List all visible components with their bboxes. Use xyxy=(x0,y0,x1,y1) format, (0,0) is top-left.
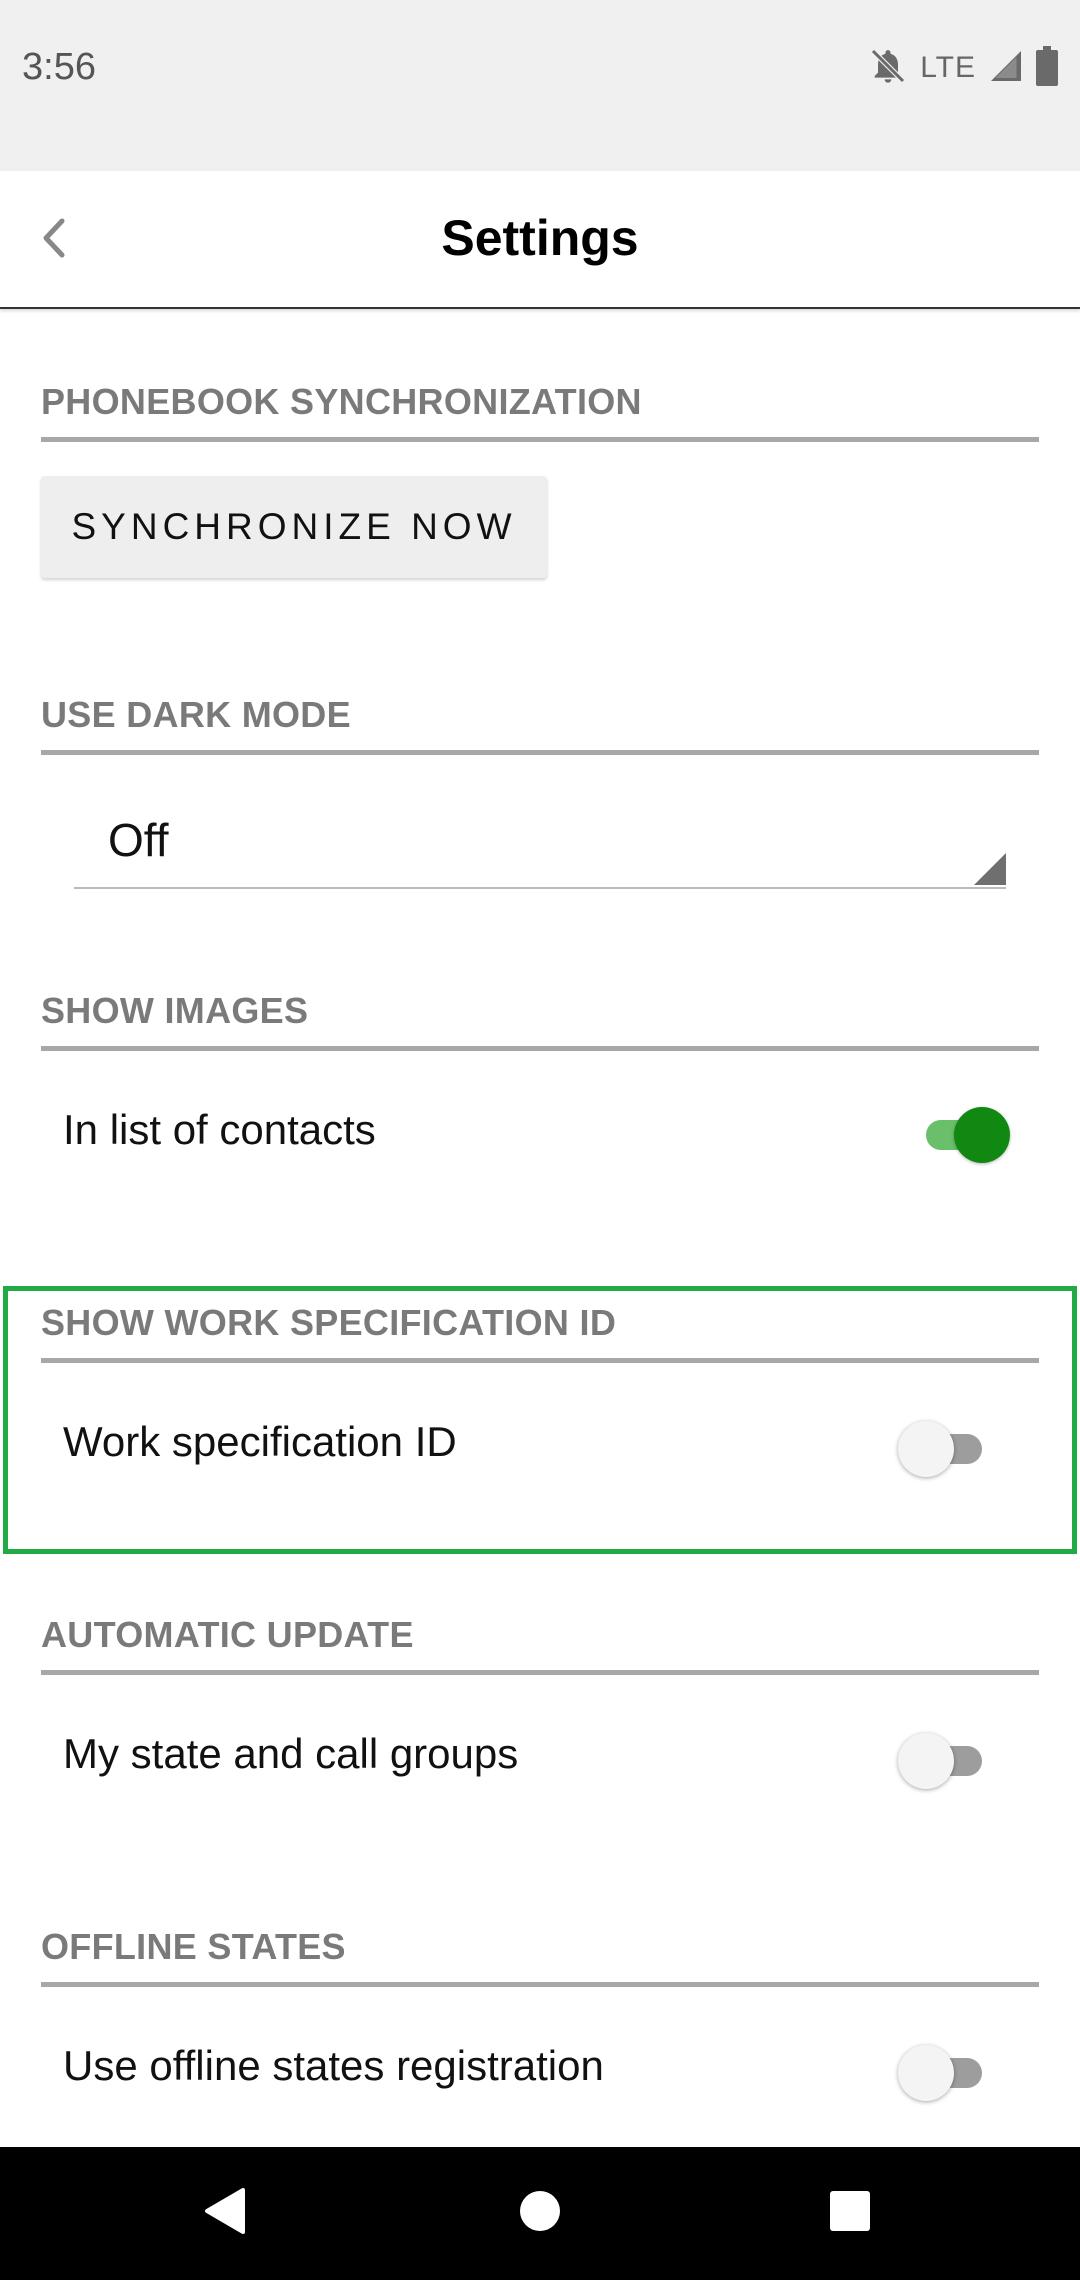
toggle-thumb xyxy=(898,1733,954,1789)
nav-home-button[interactable] xyxy=(500,2177,580,2249)
settings-content[interactable]: PHONEBOOK SYNCHRONIZATION SYNCHRONIZE NO… xyxy=(0,311,1080,2147)
section-header-phonebook: PHONEBOOK SYNCHRONIZATION xyxy=(41,381,1039,442)
section-header-offline: OFFLINE STATES xyxy=(41,1926,1039,1987)
section-header-auto-update: AUTOMATIC UPDATE xyxy=(41,1614,1039,1675)
section-header-show-images: SHOW IMAGES xyxy=(41,990,1039,1051)
dropdown-arrow-icon xyxy=(974,853,1006,885)
page-title: Settings xyxy=(441,210,639,266)
notifications-off-icon xyxy=(868,46,908,91)
nav-recents-icon xyxy=(829,2190,871,2237)
offline-states-label: Use offline states registration xyxy=(63,2042,604,2089)
toggle-thumb xyxy=(954,1107,1010,1163)
battery-icon xyxy=(1036,45,1058,91)
dark-mode-selected-value: Off xyxy=(108,814,169,866)
toggle-thumb xyxy=(898,1421,954,1477)
system-nav-bar xyxy=(0,2147,1080,2280)
signal-icon xyxy=(988,48,1024,89)
app-bar: Settings xyxy=(0,171,1080,309)
auto-update-label: My state and call groups xyxy=(63,1730,519,1777)
section-header-dark-mode: USE DARK MODE xyxy=(41,694,1039,755)
status-time: 3:56 xyxy=(22,46,96,88)
nav-back-button[interactable] xyxy=(185,2177,265,2249)
status-bar: 3:56 LTE xyxy=(0,0,1080,171)
nav-home-icon xyxy=(518,2189,562,2238)
show-images-toggle[interactable] xyxy=(918,1107,1010,1163)
offline-states-toggle[interactable] xyxy=(898,2045,990,2101)
nav-back-icon xyxy=(203,2186,247,2241)
section-header-work-spec: SHOW WORK SPECIFICATION ID xyxy=(41,1302,1039,1363)
toggle-thumb xyxy=(898,2045,954,2101)
network-type-label: LTE xyxy=(920,51,976,84)
status-icons: LTE xyxy=(868,45,1058,91)
show-images-label: In list of contacts xyxy=(63,1106,376,1153)
auto-update-toggle[interactable] xyxy=(898,1733,990,1789)
nav-recents-button[interactable] xyxy=(810,2177,890,2249)
synchronize-now-button[interactable]: SYNCHRONIZE NOW xyxy=(41,476,547,578)
dark-mode-select[interactable]: Off xyxy=(74,811,1006,889)
work-spec-toggle[interactable] xyxy=(898,1421,990,1477)
work-spec-label: Work specification ID xyxy=(63,1418,457,1465)
